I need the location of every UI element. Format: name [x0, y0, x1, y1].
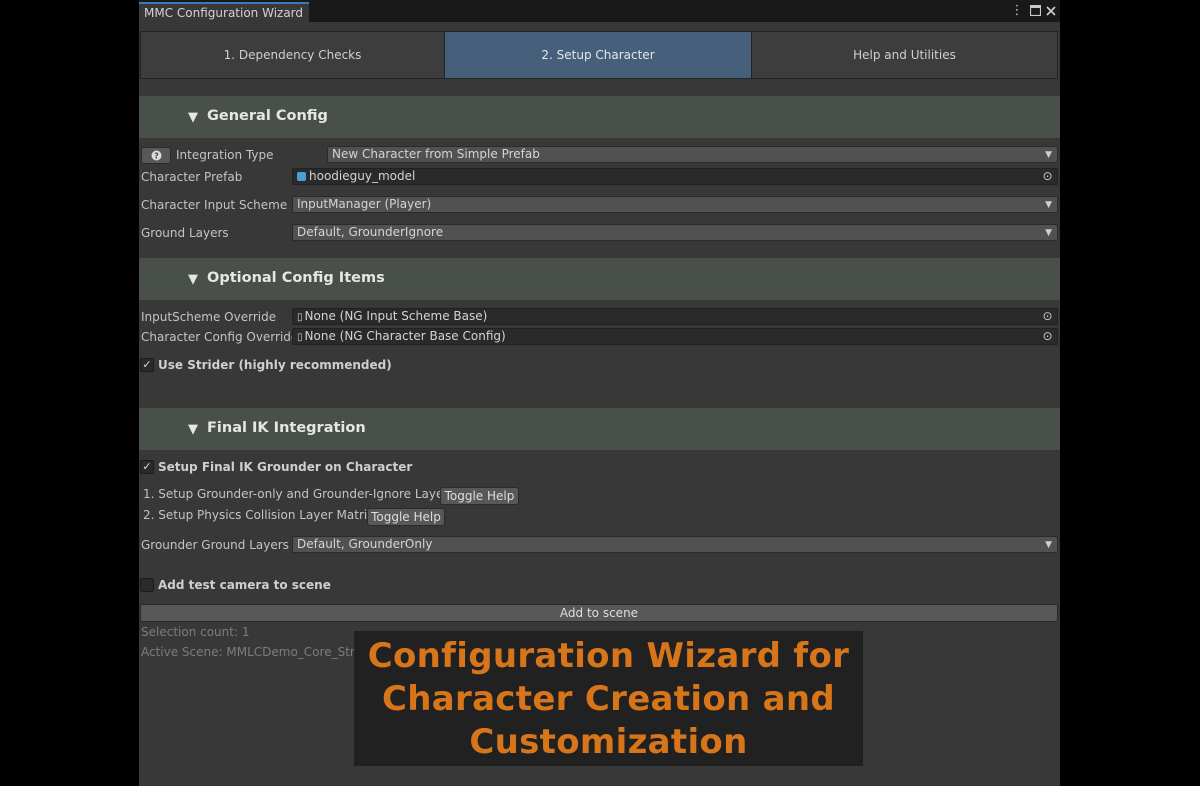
- maximize-icon[interactable]: [1028, 3, 1042, 21]
- use-strider-checkbox[interactable]: ✓: [140, 358, 154, 372]
- setup-grounder-checkbox[interactable]: ✓: [140, 460, 154, 474]
- general-config-title: General Config: [207, 108, 328, 124]
- test-camera-checkbox[interactable]: [140, 578, 154, 592]
- svg-text:?: ?: [154, 152, 159, 161]
- foldout-triangle-icon[interactable]: ▼: [188, 272, 198, 287]
- integration-type-label: Integration Type: [176, 148, 274, 162]
- ground-layers-dropdown[interactable]: Default, GrounderIgnore ▼: [292, 224, 1058, 241]
- window-title-tab[interactable]: MMC Configuration Wizard: [139, 2, 309, 22]
- selection-count: Selection count: 1: [141, 625, 250, 639]
- input-scheme-label: Character Input Scheme: [141, 198, 288, 212]
- file-icon: ▯: [297, 332, 303, 343]
- help-button[interactable]: ?: [141, 147, 171, 164]
- foldout-triangle-icon[interactable]: ▼: [188, 110, 198, 125]
- character-prefab-field[interactable]: hoodieguy_model ⊙: [292, 168, 1058, 185]
- close-icon[interactable]: [1044, 3, 1058, 21]
- help-icon: ?: [151, 150, 161, 161]
- toggle-help-button-2[interactable]: Toggle Help: [367, 508, 445, 526]
- prefab-cube-icon: [297, 172, 306, 181]
- ground-layers-value: Default, GrounderIgnore: [297, 225, 444, 239]
- grounder-layers-label: Grounder Ground Layers: [141, 538, 289, 552]
- config-override-label: Character Config Override: [141, 330, 299, 344]
- ground-layers-label: Ground Layers: [141, 226, 229, 240]
- config-override-field[interactable]: ▯ None (NG Character Base Config) ⊙: [292, 328, 1058, 345]
- setup-grounder-label: Setup Final IK Grounder on Character: [158, 460, 413, 474]
- test-camera-label: Add test camera to scene: [158, 578, 331, 592]
- optional-config-title: Optional Config Items: [207, 270, 385, 286]
- input-override-label: InputScheme Override: [141, 310, 277, 324]
- character-prefab-value: hoodieguy_model: [309, 169, 416, 183]
- foldout-triangle-icon[interactable]: ▼: [188, 422, 198, 437]
- caption-line-3: Customization: [469, 722, 748, 762]
- grounder-layers-dropdown[interactable]: Default, GrounderOnly ▼: [292, 536, 1058, 553]
- integration-type-dropdown[interactable]: New Character from Simple Prefab ▼: [327, 146, 1058, 163]
- add-to-scene-button[interactable]: Add to scene: [140, 604, 1058, 622]
- dropdown-arrow-icon: ▼: [1045, 150, 1052, 160]
- toggle-help-button-1[interactable]: Toggle Help: [440, 487, 519, 505]
- caption-line-1: Configuration Wizard for: [367, 636, 850, 676]
- dropdown-arrow-icon: ▼: [1045, 200, 1052, 210]
- step1-label: 1. Setup Grounder-only and Grounder-Igno…: [143, 487, 455, 501]
- integration-type-value: New Character from Simple Prefab: [332, 147, 540, 161]
- caption-overlay: Configuration Wizard for Character Creat…: [354, 631, 863, 766]
- caption-line-2: Character Creation and: [382, 679, 835, 719]
- input-scheme-value: InputManager (Player): [297, 197, 432, 211]
- dropdown-arrow-icon: ▼: [1045, 540, 1052, 550]
- config-override-value: None (NG Character Base Config): [304, 329, 506, 343]
- object-picker-icon[interactable]: ⊙: [1041, 330, 1054, 343]
- final-ik-title: Final IK Integration: [207, 420, 366, 436]
- grounder-layers-value: Default, GrounderOnly: [297, 537, 433, 551]
- input-scheme-dropdown[interactable]: InputManager (Player) ▼: [292, 196, 1058, 213]
- object-picker-icon[interactable]: ⊙: [1041, 170, 1054, 183]
- input-override-field[interactable]: ▯ None (NG Input Scheme Base) ⊙: [292, 308, 1058, 325]
- use-strider-label: Use Strider (highly recommended): [158, 358, 392, 372]
- tab-help-utilities[interactable]: Help and Utilities: [751, 31, 1058, 79]
- dropdown-arrow-icon: ▼: [1045, 228, 1052, 238]
- tab-dependency-checks[interactable]: 1. Dependency Checks: [140, 31, 445, 79]
- more-vert-icon[interactable]: ⋮: [1010, 3, 1024, 19]
- step2-label: 2. Setup Physics Collision Layer Matrix: [143, 508, 375, 522]
- tab-setup-character[interactable]: 2. Setup Character: [444, 31, 752, 79]
- character-prefab-label: Character Prefab: [141, 170, 243, 184]
- file-icon: ▯: [297, 312, 303, 323]
- object-picker-icon[interactable]: ⊙: [1041, 310, 1054, 323]
- input-override-value: None (NG Input Scheme Base): [304, 309, 488, 323]
